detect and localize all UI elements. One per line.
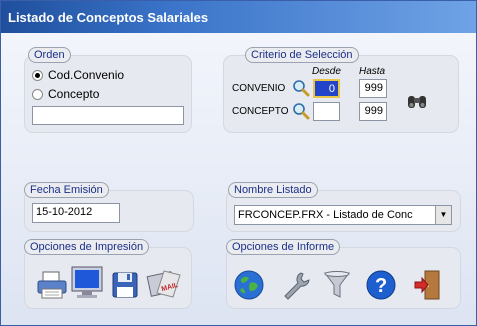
content-area: Orden Cod.Convenio Concepto Criterio de … <box>1 33 476 325</box>
radio-dot-selected <box>32 69 43 81</box>
radio-concepto[interactable]: Concepto <box>32 87 99 101</box>
globe-icon[interactable] <box>233 269 265 301</box>
filter-icon[interactable] <box>323 270 351 300</box>
search-icon[interactable] <box>292 79 310 97</box>
radio-label-concepto: Concepto <box>48 87 100 101</box>
fecha-emision-input[interactable]: 15-10-2012 <box>32 203 120 223</box>
report-window: Listado de Conceptos Salariales Orden Co… <box>0 0 477 326</box>
search-icon[interactable] <box>292 102 310 120</box>
mail-icon[interactable]: MAIL <box>146 267 182 301</box>
convenio-hasta-input[interactable]: 999 <box>359 79 387 98</box>
informe-label: Opciones de Informe <box>226 239 341 255</box>
svg-text:?: ? <box>375 275 387 297</box>
nombre-label: Nombre Listado <box>228 182 318 198</box>
hasta-header: Hasta <box>359 66 386 77</box>
nombre-listado-value: FRCONCEP.FRX - Listado de Conc <box>238 209 413 221</box>
radio-dot <box>32 88 43 100</box>
window-title: Listado de Conceptos Salariales <box>8 10 209 25</box>
impresion-label: Opciones de Impresión <box>24 239 150 255</box>
printer-icon[interactable] <box>36 270 68 300</box>
fecha-label: Fecha Emisión <box>24 182 109 198</box>
criterio-label: Criterio de Selección <box>245 47 359 63</box>
exit-door-icon[interactable] <box>413 269 441 301</box>
title-bar: Listado de Conceptos Salariales <box>1 1 476 33</box>
radio-cod-convenio[interactable]: Cod.Convenio <box>32 68 124 82</box>
help-icon[interactable]: ? <box>365 269 397 301</box>
convenio-desde-input[interactable]: 0 <box>313 79 340 98</box>
concepto-label: CONCEPTO <box>232 106 289 117</box>
convenio-label: CONVENIO <box>232 83 286 94</box>
wrench-icon[interactable] <box>281 270 311 300</box>
chevron-down-icon[interactable]: ▼ <box>435 206 451 224</box>
floppy-disk-icon[interactable] <box>111 271 139 299</box>
nombre-listado-select[interactable]: FRCONCEP.FRX - Listado de Conc ▼ <box>234 205 452 225</box>
monitor-icon[interactable] <box>71 266 103 300</box>
orden-search-field[interactable] <box>32 106 184 125</box>
binoculars-icon[interactable] <box>406 93 428 111</box>
orden-label: Orden <box>28 47 71 63</box>
concepto-hasta-input[interactable]: 999 <box>359 102 387 121</box>
radio-label-cod-convenio: Cod.Convenio <box>48 68 125 82</box>
desde-header: Desde <box>312 66 341 77</box>
concepto-desde-input[interactable] <box>313 102 340 121</box>
